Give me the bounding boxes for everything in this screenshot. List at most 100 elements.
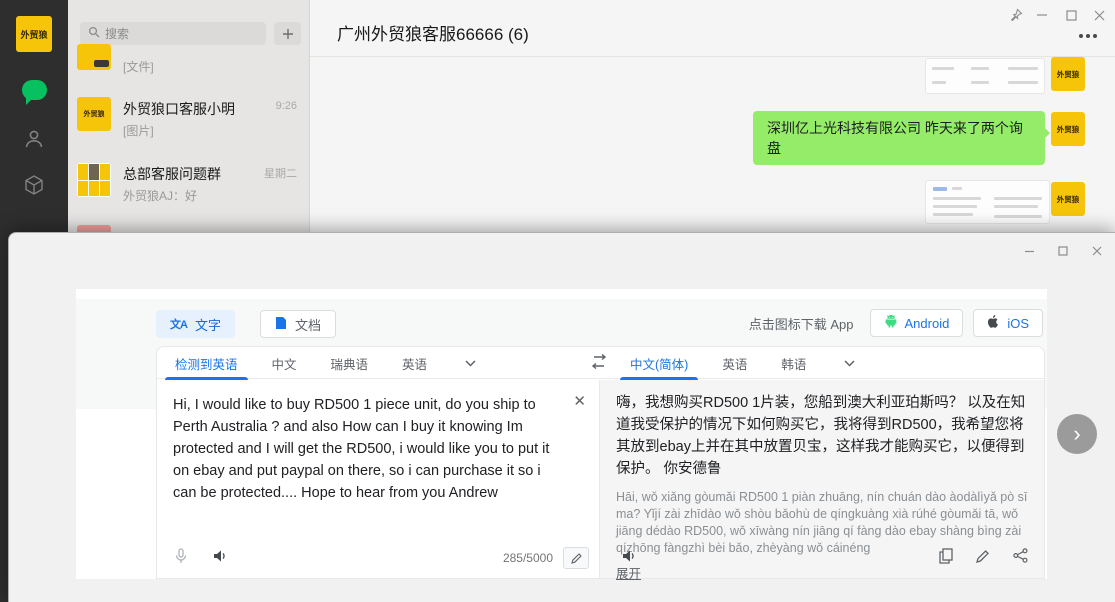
store-button-label: iOS [1007, 316, 1029, 331]
contacts-icon[interactable] [23, 128, 45, 155]
suggest-edit-icon[interactable] [976, 549, 990, 568]
image-line [933, 197, 981, 200]
add-chat-button[interactable] [274, 22, 301, 45]
result-footer [600, 544, 1044, 572]
share-icon[interactable] [1013, 548, 1028, 568]
image-line [932, 67, 954, 70]
image-line [933, 213, 973, 216]
copy-icon[interactable] [939, 548, 953, 569]
swap-languages-icon[interactable] [590, 354, 608, 375]
chevron-down-icon[interactable] [844, 354, 855, 372]
source-language-tabs: 检测到英语 中文 瑞典语 英语 [165, 347, 476, 379]
listen-icon[interactable] [213, 549, 228, 568]
source-footer: 285/5000 [157, 544, 599, 572]
tab-target-language[interactable]: 韩语 [771, 347, 816, 379]
screen: 外贸狼 [文件] 外贸狼 外贸狼口客服小明 9:26 [图片] [0, 0, 1115, 602]
image-line [952, 187, 962, 190]
favorites-cube-icon[interactable] [23, 174, 45, 201]
tab-source-language[interactable]: 英语 [392, 347, 437, 379]
image-line [1008, 67, 1038, 70]
avatar-tile [100, 164, 110, 180]
image-line [994, 205, 1038, 208]
search-input[interactable] [80, 22, 266, 45]
close-icon[interactable] [1087, 243, 1107, 259]
android-download-button[interactable]: Android [870, 309, 964, 337]
translate-card: 检测到英语 中文 瑞典语 英语 中文(简体) 英语 韩语 [156, 346, 1045, 579]
image-message[interactable] [925, 58, 1045, 94]
edit-input-button[interactable] [563, 547, 589, 569]
list-item-subtitle: [文件] [123, 58, 154, 75]
image-line [971, 81, 989, 84]
android-icon [884, 314, 898, 332]
pin-icon[interactable] [1005, 6, 1027, 24]
chats-icon[interactable] [22, 80, 47, 100]
avatar [77, 44, 111, 70]
avatar-tile [78, 164, 88, 180]
translator-window: 文A 文字 文档 点击图标下载 App Android [8, 232, 1115, 602]
list-item-title: 外贸狼口客服小明 [123, 99, 235, 119]
list-item-subtitle: [图片] [123, 122, 154, 139]
image-line [971, 67, 989, 70]
download-app-row: 点击图标下载 App Android iOS [749, 309, 1043, 337]
search-icon [88, 25, 100, 43]
list-item-subtitle: 外贸狼AJ：好 [123, 187, 197, 204]
tab-target-language[interactable]: 英语 [712, 347, 757, 379]
tab-source-language[interactable]: 瑞典语 [321, 347, 379, 379]
user-avatar[interactable]: 外贸狼 [16, 16, 52, 52]
avatar[interactable]: 外贸狼 [1051, 112, 1085, 146]
image-line [932, 81, 946, 84]
image-message[interactable] [925, 180, 1050, 224]
tab-target-language[interactable]: 中文(简体) [620, 347, 698, 379]
close-icon[interactable] [1088, 6, 1110, 24]
avatar-tile [100, 181, 110, 197]
avatar: 外贸狼 [77, 97, 111, 131]
avatar[interactable]: 外贸狼 [1051, 57, 1085, 91]
chat-title: 广州外贸狼客服66666 (6) [337, 20, 529, 45]
search-field[interactable] [105, 27, 245, 41]
tab-source-language[interactable]: 中文 [262, 347, 307, 379]
ios-download-button[interactable]: iOS [973, 309, 1043, 337]
translated-text: 嗨，我想购买RD500 1片装，您船到澳大利亚珀斯吗？ 以及在知道我受保护的情况… [616, 392, 1028, 480]
tab-text-mode[interactable]: 文A 文字 [156, 310, 235, 338]
avatar-tile [89, 164, 99, 180]
microphone-icon[interactable] [175, 548, 187, 569]
group-avatar [77, 163, 111, 197]
translator-page: 文A 文字 文档 点击图标下载 App Android [76, 289, 1047, 579]
minimize-icon[interactable] [1019, 243, 1039, 259]
next-page-button[interactable]: › [1057, 414, 1097, 454]
list-item-title: 总部客服问题群 [123, 164, 221, 184]
listen-icon[interactable] [622, 549, 637, 568]
minimize-icon[interactable] [1031, 6, 1053, 24]
more-options-icon[interactable] [1079, 34, 1097, 38]
target-language-tabs: 中文(简体) 英语 韩语 [620, 347, 855, 379]
tab-label: 文字 [195, 315, 221, 334]
chat-header: 广州外贸狼客服66666 (6) [310, 0, 1115, 57]
source-text-input[interactable]: Hi, I would like to buy RD500 1 piece un… [173, 394, 557, 504]
avatar[interactable]: 外贸狼 [1051, 182, 1085, 216]
text-message-bubble[interactable]: 深圳亿上光科技有限公司 昨天来了两个询盘 [753, 111, 1045, 165]
document-icon [275, 316, 287, 333]
avatar-tile [89, 181, 99, 197]
clear-text-icon[interactable]: ✕ [573, 392, 586, 410]
translate-panels: Hi, I would like to buy RD500 1 piece un… [157, 380, 1044, 578]
image-line [994, 197, 1042, 200]
tab-label: 文档 [295, 315, 321, 334]
download-hint: 点击图标下载 App [749, 314, 854, 333]
avatar-tile [78, 181, 88, 197]
chevron-down-icon[interactable] [465, 354, 476, 372]
tab-document-mode[interactable]: 文档 [260, 310, 336, 338]
image-line [1008, 81, 1038, 84]
store-button-label: Android [905, 316, 950, 331]
result-panel: 嗨，我想购买RD500 1片装，您船到澳大利亚珀斯吗？ 以及在知道我受保护的情况… [599, 380, 1044, 578]
char-count: 285/5000 [503, 551, 553, 565]
list-item-time: 9:26 [276, 100, 297, 112]
maximize-icon[interactable] [1053, 243, 1073, 259]
tab-detected-language[interactable]: 检测到英语 [165, 347, 248, 379]
source-panel: Hi, I would like to buy RD500 1 piece un… [157, 380, 599, 578]
image-line [933, 205, 977, 208]
image-line [994, 215, 1042, 218]
avatar-badge [94, 60, 109, 67]
maximize-icon[interactable] [1060, 6, 1082, 24]
list-item-time: 星期二 [264, 165, 297, 181]
image-line [933, 187, 947, 191]
